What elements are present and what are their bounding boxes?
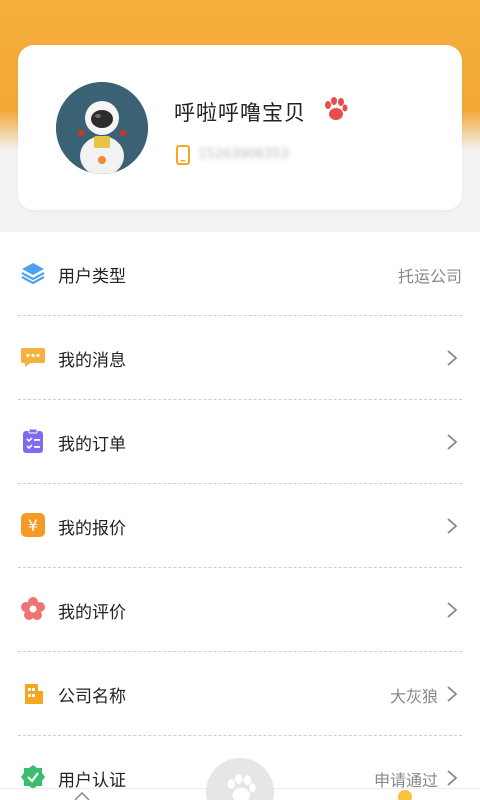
- chevron-right-icon: [447, 518, 458, 534]
- home-icon[interactable]: [74, 792, 90, 800]
- menu-item-label: 我的报价: [58, 519, 126, 539]
- phone-icon: [176, 145, 190, 165]
- menu-item-user-type[interactable]: 用户类型 托运公司: [18, 232, 462, 316]
- avatar[interactable]: [56, 82, 148, 174]
- user-nickname: 呼啦呼噜宝贝: [174, 101, 306, 125]
- astronaut-avatar-icon: [56, 82, 148, 174]
- chevron-right-icon: [447, 686, 458, 702]
- flower-icon: [21, 597, 45, 620]
- profile-card[interactable]: 呼啦呼噜宝贝 15263906353: [18, 45, 462, 210]
- menu-item-company-name[interactable]: 公司名称 大灰狼: [18, 652, 462, 736]
- phone-number: 15263906353: [198, 147, 289, 162]
- menu-item-label: 公司名称: [58, 687, 126, 707]
- profile-tab-icon[interactable]: [398, 790, 412, 800]
- menu-item-label: 我的订单: [58, 435, 126, 455]
- menu-item-reviews[interactable]: 我的评价: [18, 568, 462, 652]
- clipboard-icon: [23, 428, 43, 453]
- menu-item-orders[interactable]: 我的订单: [18, 400, 462, 484]
- svg-text:¥: ¥: [28, 516, 38, 535]
- shield-check-icon: [21, 765, 45, 789]
- menu-item-quotes[interactable]: ¥ 我的报价: [18, 484, 462, 568]
- paw-icon: [227, 774, 256, 800]
- menu-item-label: 我的消息: [58, 351, 126, 371]
- chat-icon: [21, 348, 45, 367]
- menu-item-label: 用户类型: [58, 267, 126, 287]
- chevron-right-icon: [447, 602, 458, 618]
- building-icon: [25, 684, 43, 704]
- chevron-right-icon: [447, 350, 458, 366]
- layers-icon: [21, 263, 45, 285]
- menu-panel: 用户类型 托运公司 我的消息 我的订单 ¥ 我的报价 我的评价 公司名称 大灰狼…: [0, 232, 480, 800]
- menu-item-value: 大灰狼: [389, 687, 438, 706]
- paw-icon: [325, 97, 348, 120]
- chevron-right-icon: [447, 770, 458, 786]
- menu-item-label: 我的评价: [58, 603, 126, 623]
- yuan-icon: ¥: [21, 513, 45, 537]
- menu-item-messages[interactable]: 我的消息: [18, 316, 462, 400]
- chevron-right-icon: [447, 434, 458, 450]
- menu-item-value: 托运公司: [397, 267, 462, 286]
